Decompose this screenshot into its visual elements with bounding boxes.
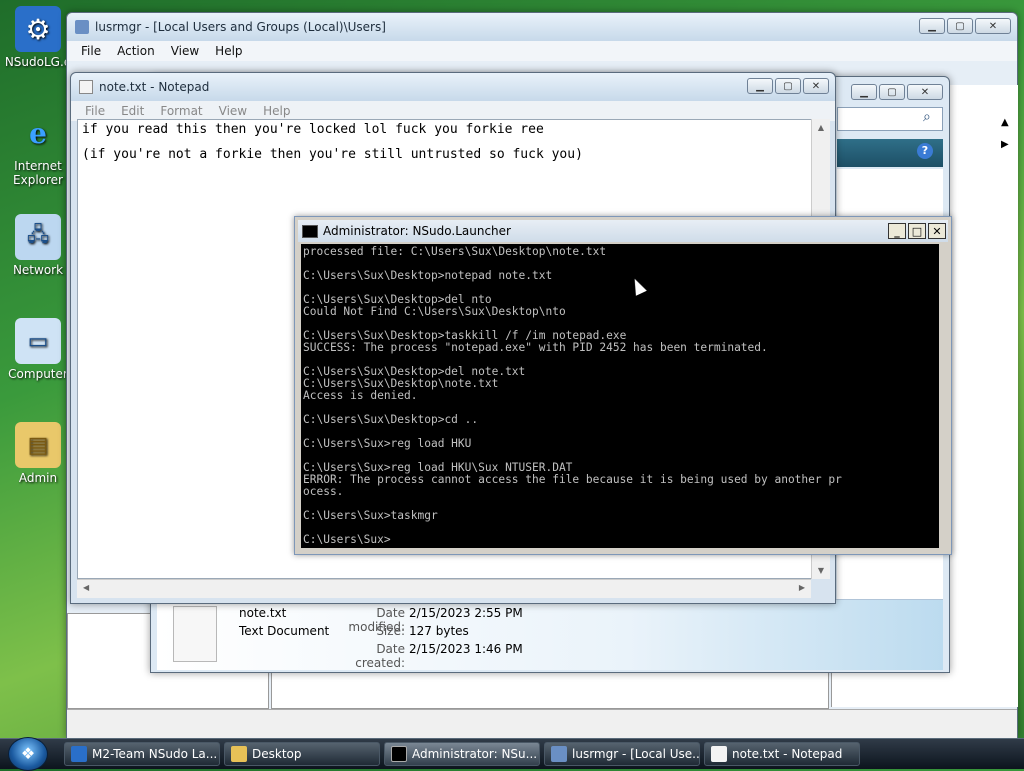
window-title: lusrmgr - [Local Users and Groups (Local… bbox=[95, 20, 386, 34]
window-title: note.txt - Notepad bbox=[99, 80, 210, 94]
details-pane: note.txt Text Document Date modified: 2/… bbox=[157, 599, 943, 670]
size-value: 127 bytes bbox=[409, 624, 469, 638]
users-icon bbox=[551, 746, 567, 762]
menu-view[interactable]: View bbox=[163, 44, 207, 58]
date-created-label: Date created: bbox=[355, 642, 405, 670]
maximize-button[interactable]: □ bbox=[908, 223, 926, 239]
lusrmgr-menubar: File Action View Help bbox=[67, 41, 1017, 61]
users-icon bbox=[75, 20, 89, 34]
computer-icon: ▭ bbox=[15, 318, 61, 364]
window-title: Administrator: NSudo.Launcher bbox=[323, 224, 511, 238]
taskbar-item-lusrmgr[interactable]: lusrmgr - [Local Use... bbox=[544, 742, 700, 766]
maximize-button[interactable]: ▢ bbox=[947, 18, 973, 34]
taskbar-item-console[interactable]: Administrator: NSu... bbox=[384, 742, 540, 766]
menu-help[interactable]: Help bbox=[207, 44, 250, 58]
menu-file[interactable]: File bbox=[73, 44, 109, 58]
scroll-right-icon[interactable]: ▶ bbox=[799, 583, 805, 592]
console-window[interactable]: Administrator: NSudo.Launcher _ □ ✕ proc… bbox=[294, 216, 952, 555]
menu-file[interactable]: File bbox=[77, 104, 113, 118]
user-folder-icon: ▤ bbox=[15, 422, 61, 468]
desktop-icon-nsudo[interactable]: ⚙ NSudoLG.e bbox=[0, 6, 76, 69]
desktop-icon-label: Admin bbox=[18, 471, 58, 485]
menu-format[interactable]: Format bbox=[152, 104, 210, 118]
network-icon: 🖧 bbox=[15, 214, 61, 260]
maximize-button[interactable]: ▢ bbox=[879, 84, 905, 100]
desktop-icon-label: Computer bbox=[8, 367, 68, 381]
desktop-icon-admin[interactable]: ▤ Admin bbox=[0, 422, 76, 485]
menu-view[interactable]: View bbox=[211, 104, 255, 118]
scroll-left-icon[interactable]: ◀ bbox=[83, 583, 89, 592]
minimize-button[interactable]: ▁ bbox=[747, 78, 773, 94]
date-created-value: 2/15/2023 1:46 PM bbox=[409, 642, 523, 656]
file-name: note.txt bbox=[239, 606, 287, 620]
maximize-button[interactable]: ▢ bbox=[775, 78, 801, 94]
scroll-down-icon[interactable]: ▼ bbox=[812, 566, 830, 575]
desktop-icon-internet-explorer[interactable]: e Internet Explorer bbox=[0, 110, 76, 188]
notepad-icon bbox=[79, 80, 93, 94]
internet-explorer-icon: e bbox=[29, 116, 47, 150]
menu-help[interactable]: Help bbox=[255, 104, 298, 118]
file-type: Text Document bbox=[239, 624, 330, 638]
taskbar-item-label: note.txt - Notepad bbox=[732, 747, 843, 761]
text-line: (if you're not a forkie then you're stil… bbox=[82, 147, 583, 162]
taskbar-item-label: lusrmgr - [Local Use... bbox=[572, 747, 700, 761]
notepad-titlebar[interactable]: note.txt - Notepad bbox=[71, 73, 835, 101]
date-modified-value: 2/15/2023 2:55 PM bbox=[409, 606, 523, 620]
minimize-button[interactable]: ▁ bbox=[851, 84, 877, 100]
nsudo-app-icon bbox=[71, 746, 87, 762]
horizontal-scrollbar[interactable]: ◀ ▶ bbox=[77, 579, 811, 598]
desktop-icon-label: Internet Explorer bbox=[13, 159, 63, 187]
desktop-icon-label: Network bbox=[12, 263, 64, 277]
taskbar-item-label: Desktop bbox=[252, 747, 302, 761]
notepad-menubar: File Edit Format View Help bbox=[71, 101, 835, 121]
minimize-button[interactable]: _ bbox=[888, 223, 906, 239]
search-icon[interactable]: ⌕ bbox=[923, 109, 931, 125]
notepad-icon bbox=[711, 746, 727, 762]
taskbar-item-notepad[interactable]: note.txt - Notepad bbox=[704, 742, 860, 766]
lusrmgr-titlebar[interactable]: lusrmgr - [Local Users and Groups (Local… bbox=[67, 13, 1017, 41]
taskbar-item-desktop[interactable]: Desktop bbox=[224, 742, 380, 766]
size-label: Size: bbox=[376, 624, 405, 638]
desktop-icon-network[interactable]: 🖧 Network bbox=[0, 214, 76, 277]
text-line: if you read this then you're locked lol … bbox=[82, 122, 544, 137]
taskbar-item-label: Administrator: NSu... bbox=[412, 747, 538, 761]
lusrmgr-statusbar bbox=[67, 709, 1017, 738]
folder-icon bbox=[231, 746, 247, 762]
console-icon bbox=[391, 746, 407, 762]
desktop-icon-computer[interactable]: ▭ Computer bbox=[0, 318, 76, 381]
menu-action[interactable]: Action bbox=[109, 44, 163, 58]
menu-edit[interactable]: Edit bbox=[113, 104, 152, 118]
taskbar: ❖ M2-Team NSudo La... Desktop Administra… bbox=[0, 737, 1024, 771]
taskbar-item-label: M2-Team NSudo La... bbox=[92, 747, 218, 761]
close-button[interactable]: ✕ bbox=[975, 18, 1011, 34]
scroll-right-icon[interactable]: ▶ bbox=[1001, 139, 1009, 150]
console-icon bbox=[302, 224, 318, 238]
scroll-up-icon[interactable]: ▲ bbox=[1001, 117, 1009, 128]
console-output[interactable]: processed file: C:\Users\Sux\Desktop\not… bbox=[301, 244, 939, 548]
nsudo-app-icon: ⚙ bbox=[15, 6, 61, 52]
help-icon[interactable]: ? bbox=[917, 143, 933, 159]
start-button[interactable]: ❖ bbox=[8, 737, 48, 771]
close-button[interactable]: ✕ bbox=[907, 84, 943, 100]
scroll-up-icon[interactable]: ▲ bbox=[812, 119, 830, 132]
minimize-button[interactable]: ▁ bbox=[919, 18, 945, 34]
taskbar-item-nsudo[interactable]: M2-Team NSudo La... bbox=[64, 742, 220, 766]
close-button[interactable]: ✕ bbox=[928, 223, 946, 239]
console-titlebar[interactable]: Administrator: NSudo.Launcher _ □ ✕ bbox=[298, 220, 948, 242]
windows-logo-icon: ❖ bbox=[20, 744, 36, 763]
text-file-icon bbox=[173, 606, 217, 662]
close-button[interactable]: ✕ bbox=[803, 78, 829, 94]
desktop-icon-label: NSudoLG.e bbox=[4, 55, 72, 69]
